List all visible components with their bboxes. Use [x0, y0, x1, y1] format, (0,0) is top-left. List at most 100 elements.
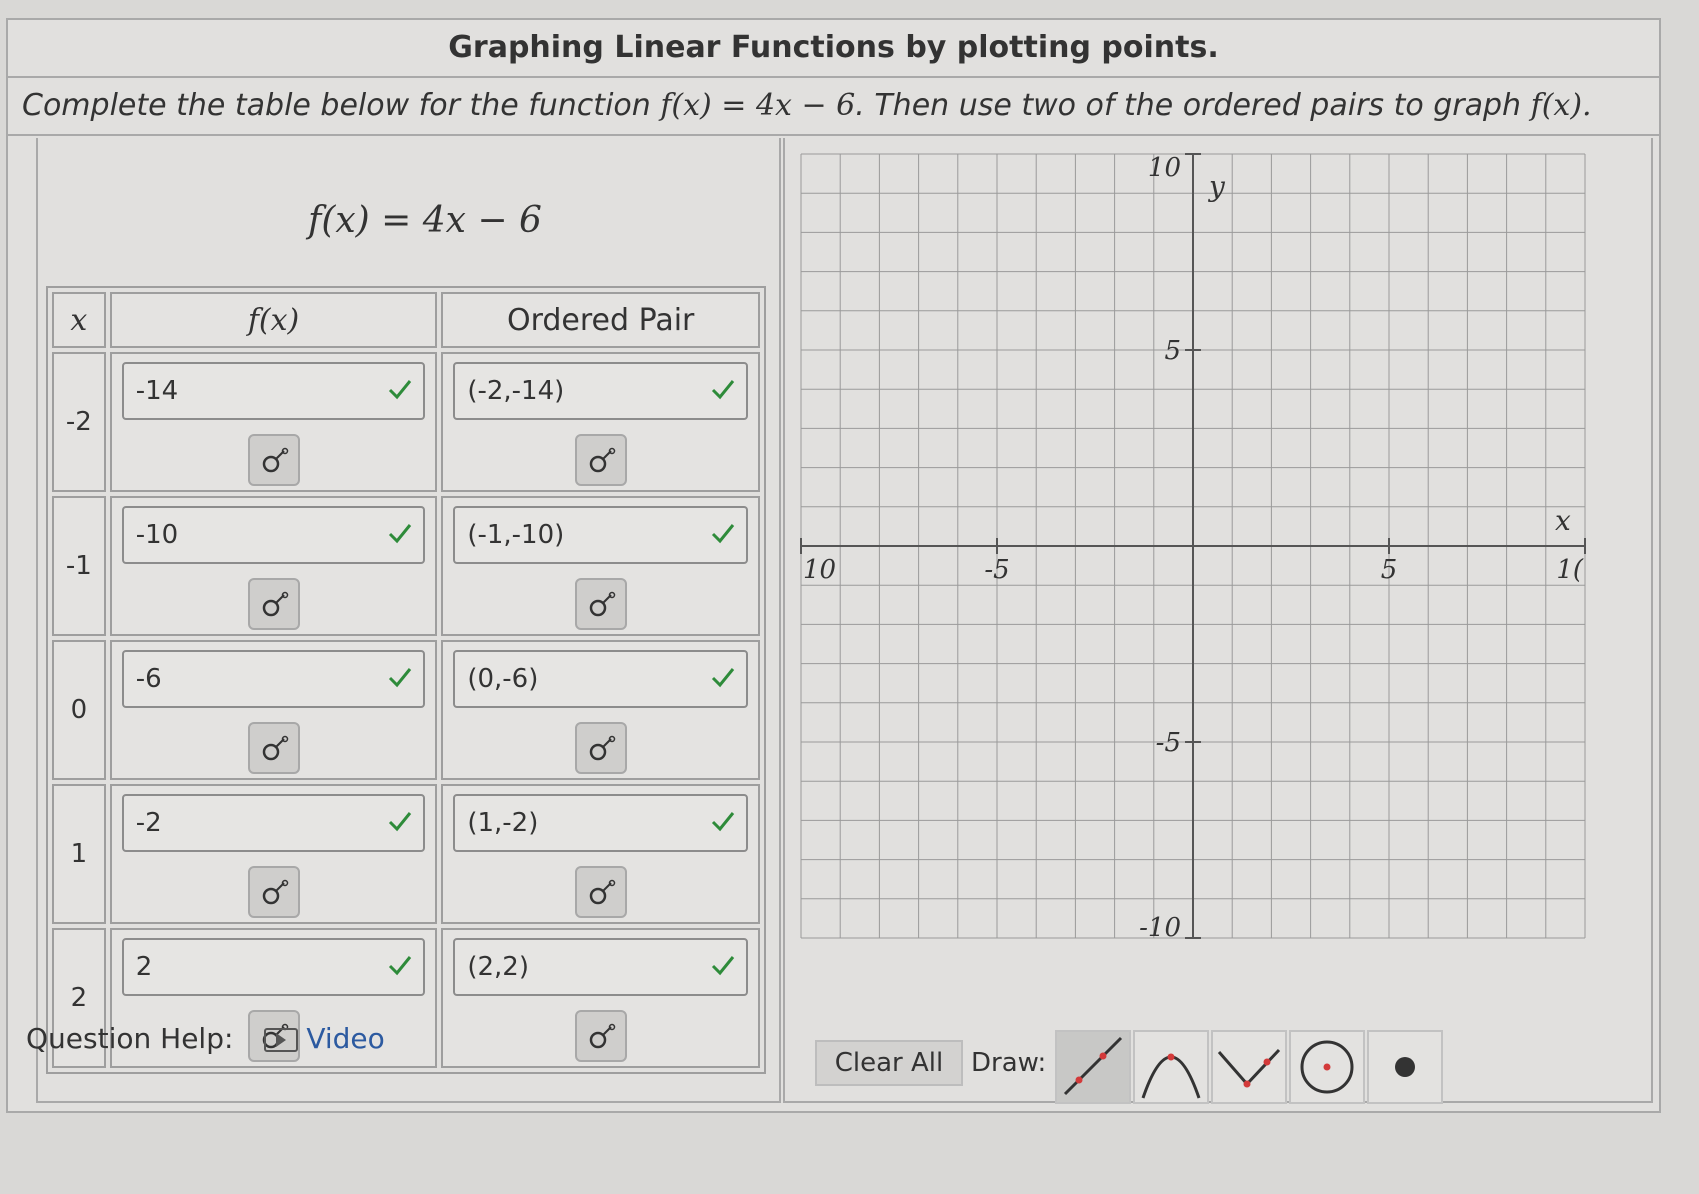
check-icon — [711, 668, 735, 688]
x-tick-label: 5 — [1381, 555, 1398, 585]
content-area: f(x) = 4x − 6 x f(x) Ordered Pair -2 -14 (… — [8, 138, 1659, 1113]
x-value-cell: 0 — [52, 640, 106, 780]
circle-tool-button[interactable] — [1289, 1030, 1365, 1104]
ordered-pair-input[interactable]: (2,2) — [453, 938, 748, 996]
math-keyboard-button[interactable] — [574, 722, 627, 774]
x-tick-label: -5 — [984, 555, 1009, 585]
line-tool-button[interactable] — [1055, 1030, 1131, 1104]
fx-answer-input[interactable]: -14 — [121, 362, 426, 420]
question-title: Graphing Linear Functions by plotting po… — [8, 20, 1659, 78]
table-row: 0 -6 (0,-6) — [52, 640, 760, 780]
graph-panel: 10 -5 5 1(10 5 -5 -10 x y Clear All Draw: — [783, 138, 1653, 1104]
table-row: 1 -2 (1,-2) — [52, 784, 760, 924]
line-tool-icon — [1063, 1036, 1123, 1096]
fx-answer-input[interactable]: 2 — [121, 938, 426, 996]
y-tick-label: 10 — [1148, 153, 1181, 183]
fx-answer-value: 2 — [135, 952, 153, 982]
function-label: f(x) = 4x − 6 — [308, 200, 542, 241]
video-icon — [264, 1028, 299, 1052]
check-icon — [711, 812, 735, 832]
instruction-fx: f(x). — [1530, 88, 1592, 123]
check-icon — [389, 812, 412, 832]
ordered-pair-input[interactable]: (0,-6) — [453, 650, 748, 708]
point-tool-icon — [1395, 1057, 1415, 1077]
math-keyboard-icon — [589, 735, 615, 761]
fx-answer-value: -6 — [135, 664, 162, 694]
table-header-row: x f(x) Ordered Pair — [52, 292, 760, 348]
instruction-text-1: Complete the table below for the functio… — [22, 88, 651, 123]
math-keyboard-button[interactable] — [574, 578, 627, 630]
x-value-cell: -2 — [52, 352, 106, 492]
fx-answer-input[interactable]: -2 — [121, 794, 426, 852]
header-ordered-pair: Ordered Pair — [441, 292, 760, 348]
math-keyboard-icon — [589, 591, 615, 617]
y-tick-label: -10 — [1139, 913, 1181, 943]
x-axis-label: x — [1555, 504, 1571, 537]
ordered-pair-value: (1,-2) — [467, 808, 539, 838]
ordered-pair-value: (-1,-10) — [467, 520, 565, 550]
header-x: x — [52, 292, 106, 348]
video-link-label: Video — [306, 1022, 385, 1055]
coordinate-grid[interactable]: 10 -5 5 1(10 5 -5 -10 x y — [793, 146, 1593, 946]
absolute-value-tool-button[interactable] — [1211, 1030, 1287, 1104]
parabola-tool-button[interactable] — [1133, 1030, 1209, 1104]
math-keyboard-button[interactable] — [574, 1010, 627, 1062]
question-help-label: Question Help: — [26, 1022, 234, 1055]
ordered-pair-cell: (1,-2) — [441, 784, 760, 924]
question-instruction: Complete the table below for the functio… — [8, 76, 1659, 136]
fx-answer-input[interactable]: -10 — [121, 506, 426, 564]
math-keyboard-icon — [589, 447, 615, 473]
x-value-cell: 1 — [52, 784, 106, 924]
fx-answer-value: -14 — [135, 376, 179, 406]
math-keyboard-button[interactable] — [247, 722, 300, 774]
math-keyboard-button[interactable] — [247, 434, 300, 486]
ordered-pair-cell: (2,2) — [441, 928, 760, 1068]
math-keyboard-icon — [262, 735, 288, 761]
check-icon — [389, 668, 412, 688]
math-keyboard-icon — [262, 591, 288, 617]
ordered-pair-value: (0,-6) — [467, 664, 539, 694]
function-table: x f(x) Ordered Pair -2 -14 (-2,-14) -1 -10 (-… — [46, 286, 766, 1074]
fx-answer-value: -2 — [135, 808, 162, 838]
check-icon — [389, 380, 412, 400]
check-icon — [711, 524, 735, 544]
table-panel: f(x) = 4x − 6 x f(x) Ordered Pair -2 -14 (… — [36, 138, 781, 1103]
check-icon — [389, 524, 412, 544]
absolute-value-tool-icon — [1217, 1048, 1281, 1088]
instruction-function: f(x) = 4x − 6 — [660, 88, 856, 123]
question-help: Question Help: Video — [26, 1022, 385, 1055]
check-icon — [711, 956, 735, 976]
math-keyboard-button[interactable] — [574, 866, 627, 918]
y-axis-label: y — [1207, 170, 1226, 203]
video-link[interactable]: Video — [264, 1022, 385, 1055]
point-tool-button[interactable] — [1367, 1030, 1443, 1104]
table-row: -2 -14 (-2,-14) — [52, 352, 760, 492]
fx-answer-input[interactable]: -6 — [121, 650, 426, 708]
check-icon — [389, 956, 412, 976]
fx-cell: -14 — [109, 352, 438, 492]
table-row: -1 -10 (-1,-10) — [52, 496, 760, 636]
y-tick-label: -5 — [1156, 728, 1181, 758]
clear-all-button[interactable]: Clear All — [815, 1040, 963, 1086]
x-tick-label: 10 — [803, 555, 836, 585]
draw-toolbar: Clear All Draw: — [815, 1030, 1455, 1104]
ordered-pair-cell: (-2,-14) — [441, 352, 760, 492]
math-keyboard-icon — [589, 879, 615, 905]
circle-tool-icon — [1300, 1040, 1354, 1094]
fx-cell: -2 — [109, 784, 438, 924]
draw-label: Draw: — [971, 1048, 1047, 1078]
fx-cell: -10 — [109, 496, 438, 636]
ordered-pair-input[interactable]: (-2,-14) — [453, 362, 748, 420]
ordered-pair-input[interactable]: (-1,-10) — [453, 506, 748, 564]
x-value-cell: -1 — [52, 496, 106, 636]
ordered-pair-cell: (0,-6) — [441, 640, 760, 780]
header-fx: f(x) — [109, 292, 438, 348]
math-keyboard-button[interactable] — [574, 434, 627, 486]
ordered-pair-input[interactable]: (1,-2) — [453, 794, 748, 852]
math-keyboard-button[interactable] — [247, 866, 300, 918]
fx-answer-value: -10 — [135, 520, 179, 550]
math-keyboard-button[interactable] — [247, 578, 300, 630]
ordered-pair-value: (2,2) — [467, 952, 529, 982]
math-keyboard-icon — [262, 879, 288, 905]
x-tick-label: 1( — [1556, 555, 1584, 585]
